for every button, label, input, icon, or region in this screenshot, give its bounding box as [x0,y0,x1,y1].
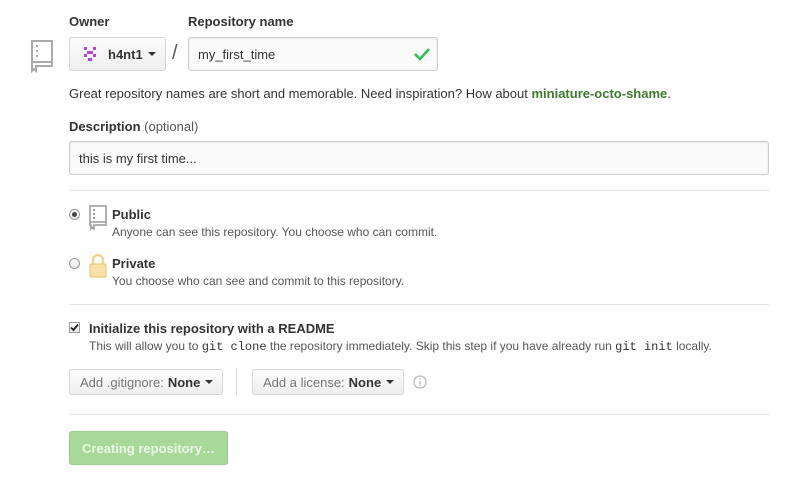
description-input[interactable]: this is my first time... [69,141,769,175]
private-description: You choose who can see and commit to thi… [112,274,405,288]
repo-name-input[interactable]: my_first_time [188,37,438,71]
private-radio[interactable] [69,258,80,269]
repo-name-label: Repository name [188,14,294,29]
suggestion-text: Great repository names are short and mem… [69,86,532,101]
divider [69,190,769,191]
divider [69,304,769,305]
public-radio[interactable] [69,209,80,220]
suggestion-end: . [667,86,671,101]
public-title[interactable]: Public [112,207,151,222]
repo-name-value: my_first_time [198,46,276,62]
repo-icon [31,40,53,73]
private-title[interactable]: Private [112,256,155,271]
avatar-icon [84,47,96,61]
owner-select[interactable]: h4nt1 [69,37,166,71]
init-desc-pre: This will allow you to [89,339,202,353]
chevron-down-icon [386,380,395,384]
init-readme-checkbox[interactable] [69,322,80,333]
gitignore-select[interactable]: Add .gitignore: None [69,369,223,395]
git-clone-code: git clone [201,340,267,354]
check-icon [414,48,430,61]
gitignore-value: None [167,374,201,390]
create-repository-label: Creating repository… [82,440,215,456]
git-init-code: git init [615,340,673,354]
public-description: Anyone can see this repository. You choo… [112,225,438,239]
select-separator [236,368,237,396]
gitignore-prefix: Add .gitignore: [80,374,164,390]
license-value: None [348,374,382,390]
public-repo-icon [89,205,107,231]
chevron-down-icon [205,380,214,384]
info-icon[interactable] [413,375,427,389]
create-repository-button[interactable]: Creating repository… [69,431,228,465]
suggested-name-link[interactable]: miniature-octo-shame [531,86,667,101]
lock-icon [89,253,107,278]
owner-name: h4nt1 [108,46,143,62]
init-desc-post: locally. [672,339,712,353]
description-optional: (optional) [144,119,199,134]
owner-label: Owner [69,14,110,29]
description-value: this is my first time... [79,150,197,166]
init-desc-mid: the repository immediately. Skip this st… [266,339,616,353]
description-label: Description [69,119,141,134]
chevron-down-icon [147,52,156,56]
license-prefix: Add a license: [263,374,345,390]
checkbox-icon [70,323,79,332]
name-suggestion: Great repository names are short and mem… [69,86,671,101]
license-select[interactable]: Add a license: None [252,369,404,395]
divider [69,414,769,415]
description-label-row: Description (optional) [69,119,198,134]
init-readme-description: This will allow you to git clone the rep… [89,339,712,354]
owner-repo-separator: / [172,42,178,64]
init-readme-label[interactable]: Initialize this repository with a README [89,321,335,336]
